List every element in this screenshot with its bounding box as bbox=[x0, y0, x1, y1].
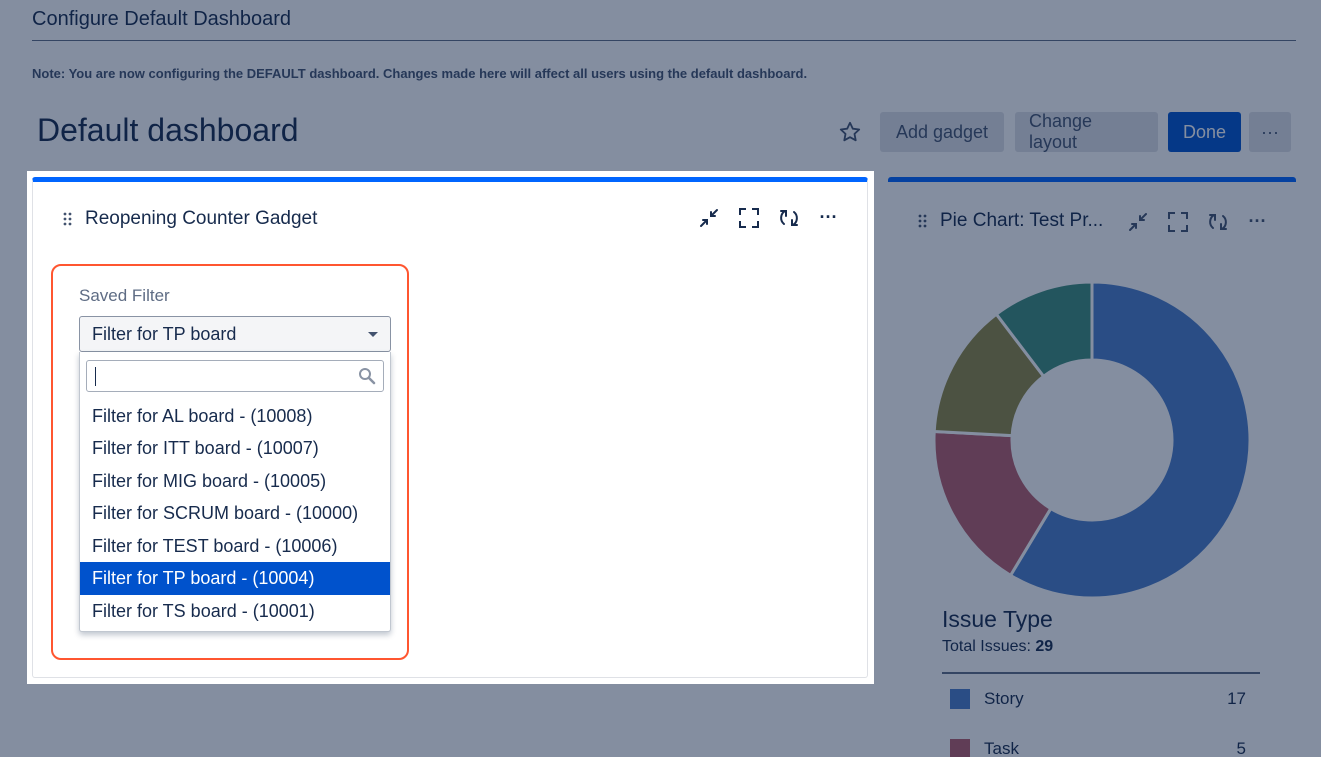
minimize-button[interactable] bbox=[697, 206, 720, 229]
filter-option-al[interactable]: Filter for AL board - (10008) bbox=[80, 400, 390, 433]
chevron-down-icon bbox=[368, 332, 378, 337]
more-icon: ··· bbox=[819, 207, 838, 227]
saved-filter-label: Saved Filter bbox=[79, 286, 170, 305]
saved-filter-select[interactable]: Filter for TP board bbox=[79, 316, 391, 352]
selected-filter-value: Filter for TP board bbox=[92, 323, 237, 344]
text-cursor bbox=[95, 367, 96, 386]
refresh-icon bbox=[779, 209, 798, 226]
filter-option-tp[interactable]: Filter for TP board - (10004) bbox=[80, 562, 390, 595]
highlight-box: Saved Filter Filter for TP board Filter … bbox=[51, 264, 409, 660]
filter-option-test[interactable]: Filter for TEST board - (10006) bbox=[80, 530, 390, 563]
drag-handle-icon[interactable] bbox=[63, 212, 73, 226]
search-input[interactable] bbox=[93, 365, 353, 387]
minimize-icon bbox=[699, 208, 718, 227]
filter-dropdown: Filter for AL board - (10008) Filter for… bbox=[79, 352, 391, 632]
filter-option-scrum[interactable]: Filter for SCRUM board - (10000) bbox=[80, 497, 390, 530]
refresh-button[interactable] bbox=[777, 206, 800, 229]
gadget-header: Reopening Counter Gadget bbox=[63, 208, 317, 230]
gadget-title: Reopening Counter Gadget bbox=[85, 208, 318, 229]
filter-option-mig[interactable]: Filter for MIG board - (10005) bbox=[80, 465, 390, 498]
search-icon bbox=[359, 368, 376, 385]
filter-option-itt[interactable]: Filter for ITT board - (10007) bbox=[80, 432, 390, 465]
maximize-icon bbox=[738, 207, 759, 228]
gadget-more-button[interactable]: ··· bbox=[817, 206, 840, 229]
reopening-counter-gadget: Reopening Counter Gadget ··· Saved Filte… bbox=[32, 177, 868, 678]
spotlight: Reopening Counter Gadget ··· Saved Filte… bbox=[27, 171, 874, 684]
maximize-button[interactable] bbox=[737, 206, 760, 229]
filter-option-ts[interactable]: Filter for TS board - (10001) bbox=[80, 595, 390, 628]
dropdown-search bbox=[86, 360, 384, 392]
